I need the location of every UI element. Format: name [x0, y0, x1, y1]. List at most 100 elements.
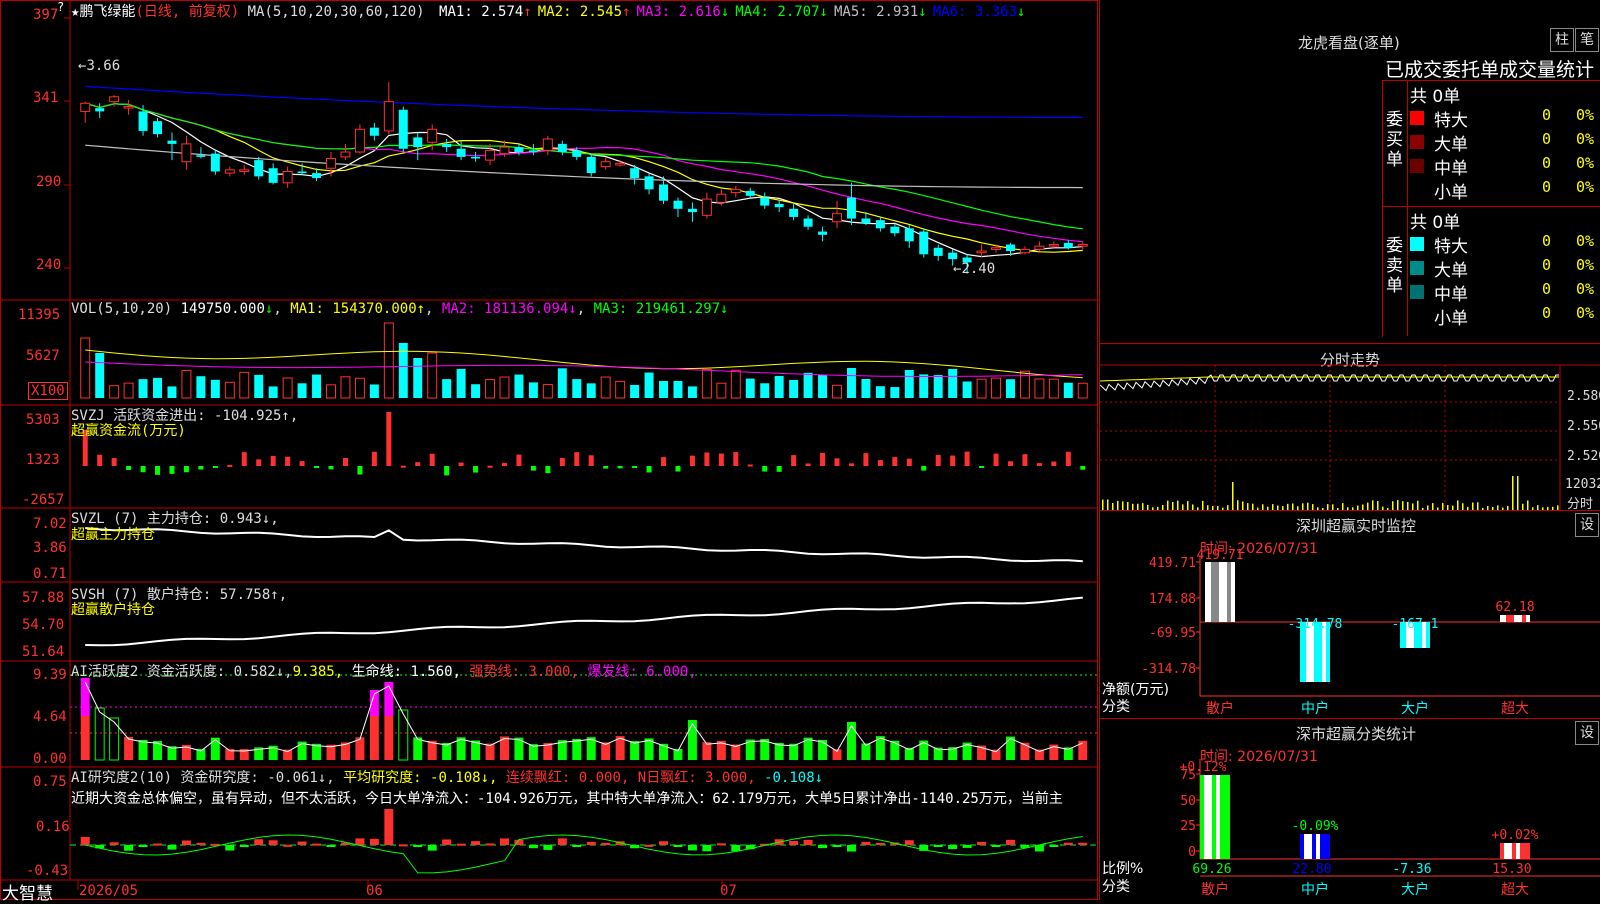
vol-bar-down [774, 375, 784, 398]
svzj-bar [863, 453, 869, 466]
ma-value-3: MA3: 2.616↓ [636, 4, 730, 20]
buy-name-1: 特大 [1434, 111, 1468, 131]
svzj-bar [357, 466, 363, 475]
ai1-bar [442, 743, 452, 760]
ma-arrow-2: ↑ [622, 4, 631, 20]
sell-pct-1: 0% [1576, 232, 1595, 250]
ai1-bar [369, 716, 379, 760]
ai2-bar [933, 845, 943, 847]
svzj-bar [762, 466, 768, 472]
sz-monitor-svg: 419.71 174.88 -69.95 -314.78 419.71 散户 -314.78… [1141, 548, 1600, 717]
ai2-bar [904, 840, 914, 845]
mon-axis-label: 419.71 [1149, 556, 1196, 571]
candle-down [745, 190, 755, 196]
sz-stats-panel: 深市超赢分类统计 设 时间: 2026/07/31 75 50 25 0 +0.12% 6… [1100, 718, 1600, 901]
svsh-tick-1: 57.88 [22, 590, 65, 606]
bar-toggle-button[interactable]: 柱 [1550, 28, 1574, 52]
candle-down [890, 226, 900, 234]
vol-label: VOL(5,10,20) [71, 301, 173, 317]
vol-bar-up [1077, 382, 1088, 399]
ma-value-5: MA5: 2.931↓ [833, 4, 927, 20]
vol-bar-up [991, 377, 1002, 399]
ai2-bar [283, 844, 293, 847]
candle-up [282, 170, 293, 184]
kline-chart-area[interactable]: ★鹏飞绿能(日线, 前复权) MA(5,10,20,30,60,120) MA1… [0, 0, 1100, 904]
svzj-bar [979, 466, 985, 468]
candle-down [442, 143, 452, 148]
ai1-life: 生命线: 1.560, [351, 664, 462, 680]
dragon-panel: 龙虎看盘(逐单) 柱 笔 已成交委托单成交量统计 委买单 共 0单 特大 0 0% 大… [1100, 0, 1600, 345]
vol-bar-down [456, 368, 466, 398]
ai1-v2: 9.385, [292, 664, 344, 680]
sell-pct-3: 0% [1576, 280, 1595, 298]
ai2-bar [586, 841, 596, 845]
ai1-bar [818, 739, 828, 760]
vol-bar-down [673, 380, 683, 398]
svzj-bar [429, 453, 435, 466]
candle-down [138, 111, 148, 131]
dragon-bottom-border [1100, 343, 1600, 344]
ai1-tick-1: 9.39 [33, 667, 67, 683]
ma-value-6: MA6: 3.363↓ [932, 4, 1026, 20]
svzj-bar [877, 460, 883, 466]
svzj-bar [791, 455, 797, 466]
stat-axis-label: 25 [1180, 819, 1196, 834]
brand-label[interactable]: 大智慧 [2, 879, 53, 904]
candle-up [181, 143, 192, 163]
tick-toggle-button[interactable]: 笔 [1575, 28, 1599, 52]
ai2-commentary: 近期大资金总体偏空，虽有异动，但不太活跃，今日大单净流入：-104.926万元，… [71, 791, 1063, 807]
stat-bar-shade2-4 [1516, 843, 1520, 859]
ai1-bar [601, 742, 611, 760]
vol-bar-down [442, 379, 452, 398]
candle-down [687, 208, 697, 213]
ai2-bar [572, 845, 582, 847]
dragon-col-divider [1407, 80, 1408, 336]
vol-tick-2: 5627 [26, 348, 60, 364]
svzj-bar [487, 465, 493, 468]
svzj-bar [1036, 463, 1042, 466]
ai2-bar [196, 842, 206, 845]
svzj-bar [169, 466, 175, 474]
ai2-bar [312, 843, 322, 846]
vol-bar-down [846, 368, 856, 398]
vol-bar-down [297, 383, 307, 398]
intraday-vol-bar [1142, 503, 1144, 510]
candle-down [774, 203, 784, 208]
right-panel: 龙虎看盘(逐单) 柱 笔 已成交委托单成交量统计 委买单 共 0单 特大 0 0% 大… [1099, 0, 1600, 900]
intraday-vol-bar [1407, 501, 1409, 510]
buy-total: 共 0单 [1410, 87, 1461, 107]
ai2-bar [789, 840, 799, 845]
intraday-vol-bar [1122, 501, 1124, 510]
buy-swatch-3 [1410, 159, 1424, 173]
period-label[interactable]: (日线, 前复权) [135, 4, 239, 20]
ai2-bar [659, 841, 668, 845]
ai2-bar [239, 845, 249, 847]
svzj-bar [588, 455, 594, 466]
vol-bar-up [1048, 378, 1059, 399]
svzj-bar [501, 462, 507, 466]
svzj-tick-2: 1323 [26, 452, 60, 468]
intraday-vol-bar [1457, 500, 1459, 510]
candle-up [123, 106, 134, 109]
vol-bar-down [644, 372, 654, 398]
intraday-panel[interactable]: 分时走势 2.580 2.550 2.520 12032 分时 [1100, 345, 1600, 512]
svzj-bar [270, 456, 276, 466]
buy-pct-3: 0% [1576, 154, 1595, 172]
stock-name[interactable]: 鹏飞绿能 [79, 4, 135, 20]
candle-down [875, 220, 885, 229]
svzl-line [85, 527, 1083, 563]
svzj-bar [993, 453, 999, 466]
mon-bar-label-4: 62.18 [1495, 600, 1534, 615]
vol-bar-up [326, 384, 336, 399]
vol-bar-up [600, 376, 611, 399]
svzj-bar [400, 465, 406, 468]
candle-down [818, 231, 828, 235]
candle-down [268, 168, 278, 183]
svzj-bar [328, 466, 334, 470]
candle-up [427, 128, 438, 143]
svzj-bar [227, 464, 233, 467]
svzj-bar [155, 466, 161, 475]
svzj-bar [473, 466, 479, 473]
ai2-bar [153, 843, 162, 846]
ai1-bar [413, 737, 423, 760]
